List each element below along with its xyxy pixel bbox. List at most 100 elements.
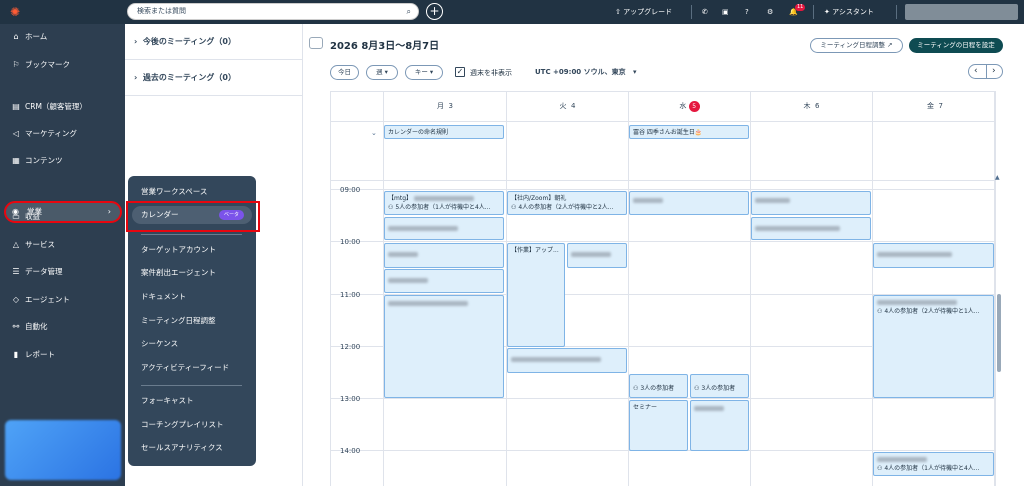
calendar-event[interactable] — [384, 217, 504, 240]
set-meeting-button[interactable]: ミーティングの日程を設定 — [909, 38, 1003, 53]
allday-event[interactable]: カレンダーの命名規則 — [384, 125, 504, 139]
calendar-title: 2026 8月3日〜8月7日 — [330, 41, 440, 52]
calendar-event[interactable] — [507, 348, 627, 373]
report-icon: ▮ — [13, 350, 19, 359]
caret-down-icon: ▾ — [632, 68, 637, 76]
upgrade-icon: ⇧ — [615, 8, 621, 16]
allday-event[interactable]: 冨谷 四季さんお誕生日🎂 — [629, 125, 749, 139]
calendar-event[interactable] — [751, 217, 871, 240]
sidebar-item-bookmarks[interactable]: ⚐ ブックマーク — [0, 54, 125, 76]
flyout-item-meetings-scheduler[interactable]: ミーティング日程調整 — [141, 314, 216, 328]
flyout-item-sequences[interactable]: シーケンス — [141, 337, 178, 351]
upcoming-meetings-label: 今後のミーティング（0） — [142, 37, 236, 46]
assistant-label: アシスタント — [832, 8, 874, 16]
calendar-event[interactable]: ⚇ 3人の参加者 — [690, 374, 749, 398]
flyout-item-documents[interactable]: ドキュメント — [141, 290, 186, 304]
calendar-event[interactable] — [873, 243, 994, 268]
search-placeholder: 検索または質問 — [137, 7, 186, 15]
day-header-tue[interactable]: 火 4 — [506, 92, 628, 121]
hour-label: 14:00 — [340, 447, 361, 455]
calendar-event[interactable]: ⚇ 4人の参加者（2人が待機中と1人... — [873, 295, 994, 398]
upgrade-button[interactable]: ⇧ アップグレード — [615, 0, 672, 24]
marketplace-icon[interactable]: ▣ — [722, 0, 729, 24]
account-menu[interactable] — [905, 4, 1018, 20]
past-meetings-toggle[interactable]: › 過去のミーティング（0） — [125, 60, 303, 96]
divider — [872, 92, 873, 486]
chevron-right-icon: › — [134, 37, 138, 46]
create-plus-button[interactable]: + — [426, 3, 443, 20]
today-button[interactable]: 今日 — [330, 65, 359, 80]
promo-card[interactable] — [5, 420, 121, 480]
flyout-item-forecast[interactable]: フォーキャスト — [141, 394, 194, 408]
divider — [331, 121, 995, 122]
sidebar-item-crm[interactable]: ▤ CRM（顧客管理） — [0, 96, 125, 118]
chevron-right-icon: › — [134, 73, 138, 82]
calendar-event[interactable]: 【作業】アップ... — [507, 243, 565, 347]
hide-weekend-checkbox[interactable]: ✓ — [455, 67, 465, 77]
attendees-icon: ⚇ — [511, 204, 517, 211]
divider — [141, 385, 242, 386]
hide-weekend-label: 週末を非表示 — [470, 69, 512, 77]
sidebar-item-home[interactable]: ⌂ ホーム — [0, 26, 125, 48]
assistant-button[interactable]: ✦ アシスタント — [824, 0, 874, 24]
key-select[interactable]: キー ▾ — [405, 65, 443, 80]
collapse-allday-icon[interactable]: ⌄ — [371, 129, 377, 137]
phone-icon[interactable]: ✆ — [702, 0, 708, 24]
calendar-event[interactable]: セミナー — [629, 400, 688, 451]
day-header-wed[interactable]: 水 5 — [628, 92, 750, 121]
attendees-icon: ⚇ — [388, 204, 394, 211]
sidebar-item-reports[interactable]: ▮ レポート — [0, 344, 125, 366]
calendar-event[interactable]: 【mtg】 ⚇ 5人の参加者（1人が待機中と4人... — [384, 191, 504, 215]
hubspot-logo-icon[interactable]: ✺ — [8, 5, 22, 19]
settings-gear-icon[interactable]: ⚙ — [767, 0, 773, 24]
calendar-event[interactable] — [384, 269, 504, 293]
automation-icon: ⚯ — [12, 322, 20, 331]
help-icon[interactable]: ? — [745, 0, 749, 24]
flyout-item-coaching-playlists[interactable]: コーチングプレイリスト — [141, 418, 224, 432]
sidebar-item-label: ホーム — [25, 32, 48, 41]
timezone-select[interactable]: UTC +09:00 ソウル、東京 ▾ — [535, 67, 636, 77]
calendar-event[interactable] — [690, 400, 749, 451]
upcoming-meetings-toggle[interactable]: › 今後のミーティング（0） — [125, 24, 303, 60]
flyout-item-workspace[interactable]: 営業ワークスペース — [141, 185, 207, 199]
day-header-mon[interactable]: 月 3 — [383, 92, 506, 121]
prev-week-icon[interactable]: ‹ — [974, 66, 978, 76]
sidebar-item-agent[interactable]: ◇ エージェント — [0, 289, 125, 311]
day-header-fri[interactable]: 金 7 — [872, 92, 995, 121]
panel-toggle-icon[interactable] — [309, 37, 323, 49]
calendar-event[interactable] — [567, 243, 627, 268]
divider — [994, 92, 995, 486]
divider — [691, 5, 692, 19]
sidebar-item-label: 自動化 — [25, 322, 48, 331]
scheduling-button-label: ミーティング日程調整 — [820, 41, 886, 49]
day-header-thu[interactable]: 木 6 — [750, 92, 872, 121]
divider — [896, 5, 897, 19]
scrollbar-thumb[interactable] — [997, 294, 1001, 372]
view-select[interactable]: 週 ▾ — [366, 65, 398, 80]
calendar-event[interactable]: 【社内/Zoom】朝礼 ⚇ 4人の参加者（2人が待機中と2人... — [507, 191, 627, 215]
flyout-item-prospecting-agent[interactable]: 案件創出エージェント — [141, 266, 216, 280]
flyout-item-activity-feed[interactable]: アクティビティーフィード — [141, 361, 229, 375]
hour-label: 11:00 — [340, 291, 361, 299]
sidebar-item-marketing[interactable]: ◁ マーケティング — [0, 123, 125, 145]
flyout-item-sales-analytics[interactable]: セールスアナリティクス — [141, 441, 223, 455]
flyout-item-target-accounts[interactable]: ターゲットアカウント — [141, 243, 216, 257]
calendar-event[interactable] — [629, 191, 749, 215]
calendar-event[interactable] — [384, 295, 504, 398]
search-input[interactable]: 検索または質問 ⌕ — [127, 3, 419, 20]
divider — [331, 398, 995, 399]
sidebar-item-data[interactable]: ☰ データ管理 — [0, 261, 125, 283]
sidebar-item-automation[interactable]: ⚯ 自動化 — [0, 316, 125, 338]
next-week-icon[interactable]: › — [992, 66, 996, 76]
calendar-event[interactable]: ⚇ 3人の参加者 — [629, 374, 688, 398]
scheduling-button[interactable]: ミーティング日程調整 ↗ — [810, 38, 903, 53]
sidebar-item-content[interactable]: ▦ コンテンツ — [0, 150, 125, 172]
calendar-event[interactable] — [751, 191, 871, 215]
scroll-up-icon[interactable]: ▲ — [995, 174, 1000, 181]
calendar-event[interactable] — [384, 243, 504, 268]
calendar-event[interactable]: ⚇ 4人の参加者（1人が待機中と4人... — [873, 452, 994, 476]
search-icon[interactable]: ⌕ — [407, 4, 411, 19]
sidebar-item-label: エージェント — [25, 295, 70, 304]
sidebar-item-service[interactable]: △ サービス — [0, 234, 125, 256]
sidebar-item-revenue[interactable]: ▭ 収益 — [0, 206, 125, 228]
